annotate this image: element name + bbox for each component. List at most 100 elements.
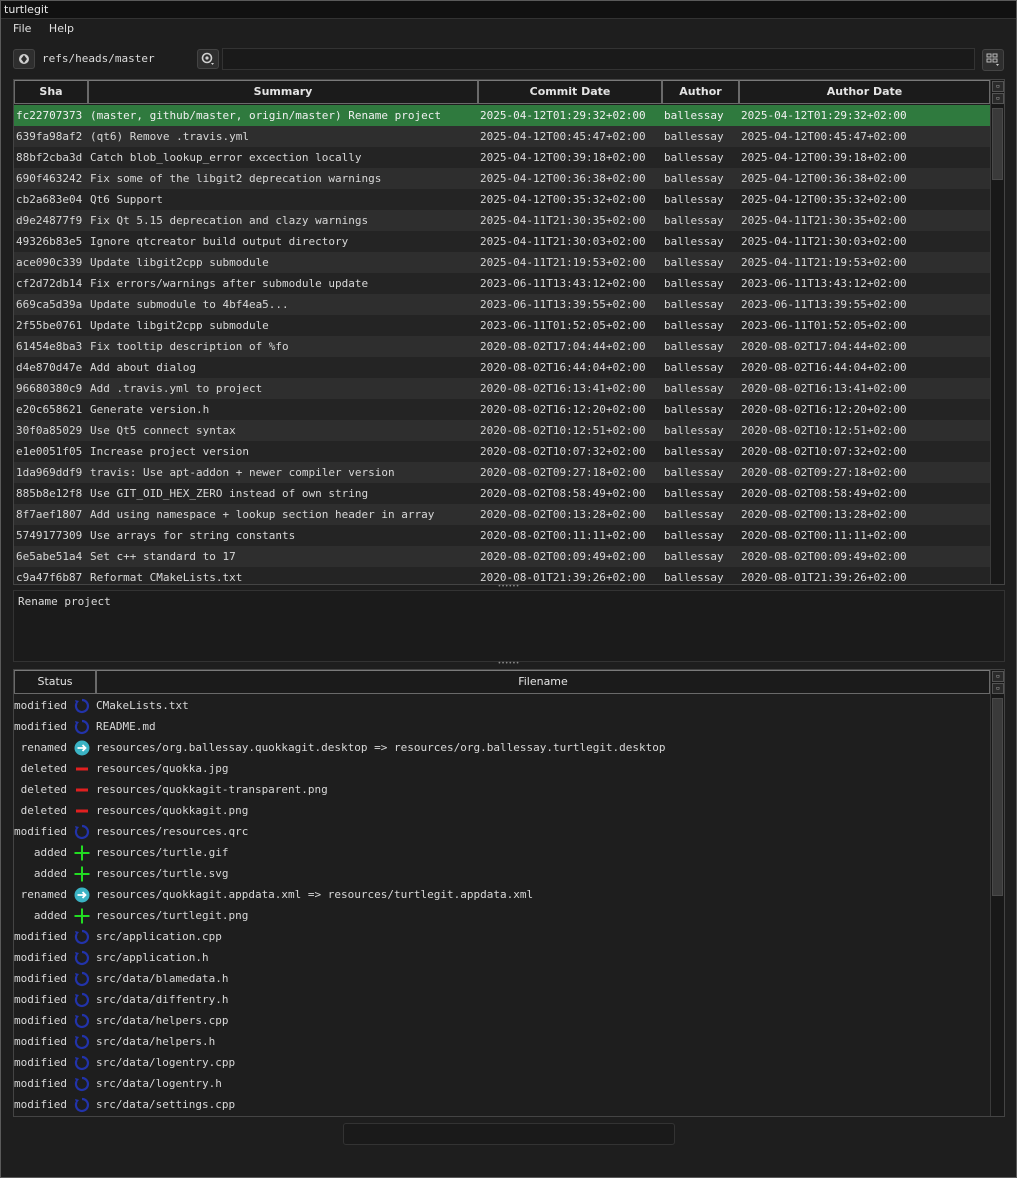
commit-cell-author: ballessay xyxy=(664,319,724,332)
commit-row[interactable]: cf2d72db14 Fix errors/warnings after subm… xyxy=(14,273,990,294)
commit-cell-author-date: 2025-04-12T00:45:47+02:00 xyxy=(741,130,907,143)
file-row[interactable]: modified src/data/diffentry.h xyxy=(14,989,990,1010)
commit-cell-commit-date: 2025-04-12T00:36:38+02:00 xyxy=(480,172,646,185)
scrollbar-thumb[interactable] xyxy=(992,108,1003,180)
commit-cell-summary: Fix tooltip description of %fo xyxy=(90,340,289,353)
file-row[interactable]: deleted resources/quokkagit-transparent.p… xyxy=(14,779,990,800)
column-header-commit-date[interactable]: Commit Date xyxy=(478,80,662,104)
commit-row[interactable]: 49326b83e5 Ignore qtcreator build output … xyxy=(14,231,990,252)
commit-cell-commit-date: 2020-08-02T10:12:51+02:00 xyxy=(480,424,646,437)
commit-row[interactable]: 639fa98af2 (qt6) Remove .travis.yml 2025-0… xyxy=(14,126,990,147)
commit-cell-sha: cf2d72db14 xyxy=(16,277,83,290)
file-row[interactable]: renamed resources/quokkagit.appdata.xml =… xyxy=(14,884,990,905)
column-header-status[interactable]: Status xyxy=(14,670,96,694)
menu-help[interactable]: Help xyxy=(43,20,80,38)
commit-cell-author: ballessay xyxy=(664,550,724,563)
commit-cell-summary: (qt6) Remove .travis.yml xyxy=(90,130,249,143)
commit-row[interactable]: e1e0051f05 Increase project version 2020-0… xyxy=(14,441,990,462)
file-row[interactable]: modified src/application.h xyxy=(14,947,990,968)
commit-scrollbar[interactable]: ▫ ▫ xyxy=(990,80,1004,584)
file-status-cell: modified xyxy=(14,1073,96,1094)
file-status-cell: modified xyxy=(14,1031,96,1052)
commit-row[interactable]: e20c658621 Generate version.h 2020-08-02T1… xyxy=(14,399,990,420)
commit-rows: fc22707373 (master, github/master, origin… xyxy=(14,105,990,584)
commit-cell-summary: Reformat CMakeLists.txt xyxy=(90,571,243,584)
file-status: modified xyxy=(14,825,67,838)
file-row[interactable]: modified src/data/logentry.h xyxy=(14,1073,990,1094)
commit-row[interactable]: 6e5abe51a4 Set c++ standard to 17 2020-08-… xyxy=(14,546,990,567)
commit-message-text: Rename project xyxy=(18,595,111,608)
commit-cell-commit-date: 2025-04-12T00:45:47+02:00 xyxy=(480,130,646,143)
file-row[interactable]: modified src/data/helpers.cpp xyxy=(14,1010,990,1031)
file-row[interactable]: modified src/data/logentry.cpp xyxy=(14,1052,990,1073)
commit-row[interactable]: cb2a683e04 Qt6 Support 2025-04-12T00:35:32… xyxy=(14,189,990,210)
file-status-cell: modified xyxy=(14,989,96,1010)
files-scrollbar[interactable]: ▫ ▫ xyxy=(990,670,1004,1116)
commit-row[interactable]: d4e870d47e Add about dialog 2020-08-02T16:… xyxy=(14,357,990,378)
commit-row[interactable]: 88bf2cba3d Catch blob_lookup_error excect… xyxy=(14,147,990,168)
file-row[interactable]: deleted resources/quokkagit.png xyxy=(14,800,990,821)
column-header-author-date[interactable]: Author Date xyxy=(739,80,990,104)
splitter-handle[interactable]: •••••• xyxy=(1,661,1016,668)
file-status: deleted xyxy=(20,783,67,796)
commit-row[interactable]: 1da969ddf9 travis: Use apt-addon + newer … xyxy=(14,462,990,483)
filter-mode-button[interactable] xyxy=(197,49,219,69)
commit-cell-author-date: 2025-04-11T21:30:35+02:00 xyxy=(741,214,907,227)
commit-cell-author: ballessay xyxy=(664,109,724,122)
file-row[interactable]: modified src/data/helpers.h xyxy=(14,1031,990,1052)
file-status: modified xyxy=(14,951,67,964)
file-name: src/data/helpers.cpp xyxy=(96,1014,229,1027)
scroll-up-button[interactable]: ▫ xyxy=(992,671,1004,682)
commit-cell-sha: ace090c339 xyxy=(16,256,83,269)
file-status: modified xyxy=(14,1077,67,1090)
commit-row[interactable]: 5749177309 Use arrays for string constant… xyxy=(14,525,990,546)
commit-cell-author-date: 2025-04-12T00:36:38+02:00 xyxy=(741,172,907,185)
commit-cell-summary: Set c++ standard to 17 xyxy=(90,550,236,563)
commit-row[interactable]: 8f7aef1807 Add using namespace + lookup s… xyxy=(14,504,990,525)
file-row[interactable]: modified resources/resources.qrc xyxy=(14,821,990,842)
commit-row[interactable]: 2f55be0761 Update libgit2cpp submodule 202… xyxy=(14,315,990,336)
modified-icon xyxy=(73,697,91,715)
file-row[interactable]: modified README.md xyxy=(14,716,990,737)
commit-log-table: Sha Summary Commit Date Author Author Da… xyxy=(13,79,1005,585)
menu-file[interactable]: File xyxy=(7,20,37,38)
commit-row[interactable]: d9e24877f9 Fix Qt 5.15 deprecation and cl… xyxy=(14,210,990,231)
file-row[interactable]: added resources/turtlegit.png xyxy=(14,905,990,926)
commit-cell-commit-date: 2020-08-02T00:13:28+02:00 xyxy=(480,508,646,521)
commit-row[interactable]: 61454e8ba3 Fix tooltip description of %fo… xyxy=(14,336,990,357)
file-row[interactable]: deleted resources/quokka.jpg xyxy=(14,758,990,779)
scroll-down-button[interactable]: ▫ xyxy=(992,93,1004,104)
commit-cell-summary: Fix Qt 5.15 deprecation and clazy warnin… xyxy=(90,214,369,227)
column-header-sha[interactable]: Sha xyxy=(14,80,88,104)
commit-row[interactable]: 690f463242 Fix some of the libgit2 deprec… xyxy=(14,168,990,189)
commit-cell-author-date: 2020-08-01T21:39:26+02:00 xyxy=(741,571,907,584)
file-row[interactable]: renamed resources/org.ballessay.quokkagit… xyxy=(14,737,990,758)
file-row[interactable]: modified src/application.cpp xyxy=(14,926,990,947)
commit-row[interactable]: 669ca5d39a Update submodule to 4bf4ea5...… xyxy=(14,294,990,315)
commit-cell-author-date: 2025-04-12T00:39:18+02:00 xyxy=(741,151,907,164)
column-header-author[interactable]: Author xyxy=(662,80,739,104)
columns-menu-button[interactable] xyxy=(982,49,1004,71)
commit-row[interactable]: fc22707373 (master, github/master, origin… xyxy=(14,105,990,126)
column-header-summary[interactable]: Summary xyxy=(88,80,478,104)
scroll-up-button[interactable]: ▫ xyxy=(992,81,1004,92)
commit-row[interactable]: ace090c339 Update libgit2cpp submodule 202… xyxy=(14,252,990,273)
modified-icon xyxy=(73,970,91,988)
scrollbar-thumb[interactable] xyxy=(992,698,1003,896)
commit-cell-summary: Add .travis.yml to project xyxy=(90,382,263,395)
column-header-filename[interactable]: Filename xyxy=(96,670,990,694)
commit-row[interactable]: 30f0a85029 Use Qt5 connect syntax 2020-08-… xyxy=(14,420,990,441)
open-repository-button[interactable] xyxy=(13,49,35,69)
commit-row[interactable]: 885b8e12f8 Use GIT_OID_HEX_ZERO instead o… xyxy=(14,483,990,504)
commit-cell-author: ballessay xyxy=(664,571,724,584)
file-row[interactable]: added resources/turtle.svg xyxy=(14,863,990,884)
file-row[interactable]: added resources/turtle.gif xyxy=(14,842,990,863)
file-name: resources/turtlegit.png xyxy=(96,909,249,922)
file-row[interactable]: modified src/data/settings.cpp xyxy=(14,1094,990,1115)
file-row[interactable]: modified CMakeLists.txt xyxy=(14,695,990,716)
commit-row[interactable]: 96680380c9 Add .travis.yml to project 2020… xyxy=(14,378,990,399)
scroll-down-button[interactable]: ▫ xyxy=(992,683,1004,694)
filter-input[interactable] xyxy=(222,48,975,70)
file-row[interactable]: modified src/data/blamedata.h xyxy=(14,968,990,989)
file-name: resources/quokkagit.appdata.xml => resou… xyxy=(96,888,534,901)
